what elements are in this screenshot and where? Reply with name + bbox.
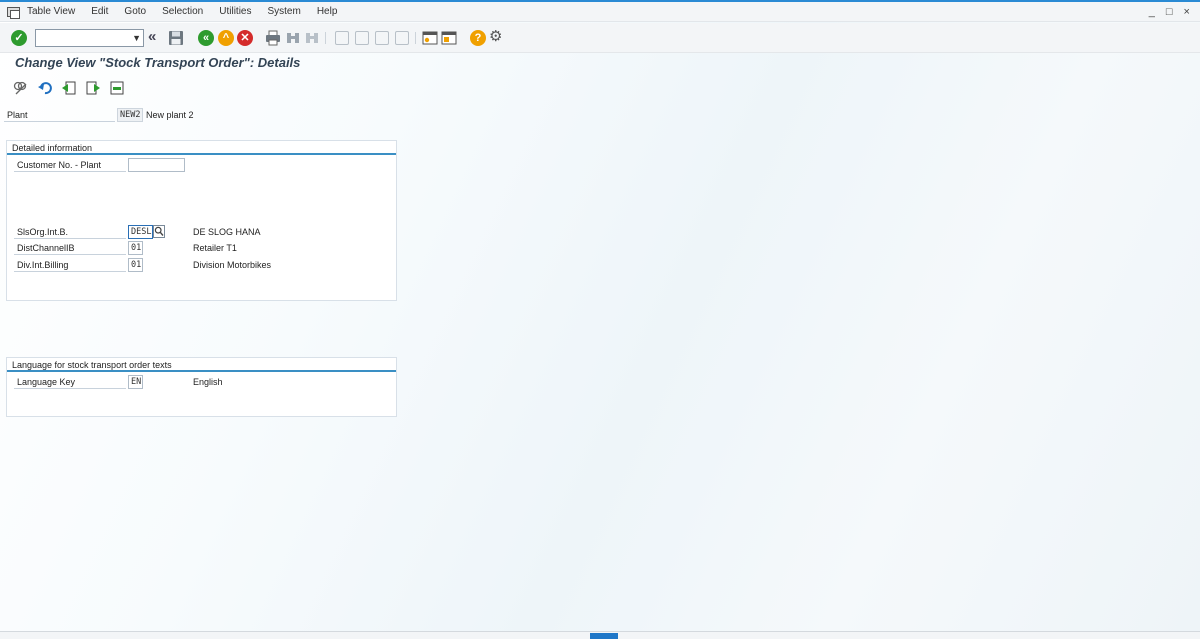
menu-selection[interactable]: Selection [162,6,203,17]
menu-edit[interactable]: Edit [91,6,108,17]
language-key-label: Language Key [14,375,126,389]
check-icon[interactable]: ✓ [11,30,27,46]
page-title: Change View "Stock Transport Order": Det… [15,55,301,70]
standard-toolbar: ✓ ▼ « « ^ ✕ ? ⚙ [0,23,1200,53]
display-change-icon[interactable] [13,81,27,95]
window-controls[interactable]: _ □ × [1149,6,1194,18]
customer-no-field[interactable] [128,158,185,172]
command-field[interactable]: ▼ [35,29,144,47]
window-menu-icon[interactable] [7,6,21,19]
shortcut-icon[interactable] [441,30,457,46]
division-label: Div.Int.Billing [14,258,126,272]
dist-channel-description: Retailer T1 [193,243,237,253]
sales-org-field[interactable]: DESL [128,225,153,239]
toolbar-separator [415,32,416,44]
customer-no-label: Customer No. - Plant [14,158,126,172]
find-next-icon[interactable] [304,30,320,46]
chevron-down-icon[interactable]: ▼ [132,33,141,43]
menu-system[interactable]: System [267,6,300,17]
division-field[interactable]: 01 [128,258,143,272]
print-icon[interactable] [265,30,281,46]
group-title-underline [7,370,396,372]
toolbar-separator [325,32,326,44]
next-page-icon[interactable] [375,31,389,45]
save-icon[interactable] [168,30,184,46]
last-page-icon[interactable] [395,31,409,45]
dist-channel-label: DistChannelIB [14,241,126,255]
plant-label: Plant [4,108,115,122]
menu-goto[interactable]: Goto [124,6,146,17]
back-icon[interactable]: « [198,30,214,46]
plant-field: NEW2 [117,108,143,122]
group-title: Language for stock transport order texts [12,360,172,370]
sap-logo [590,633,618,639]
undo-icon[interactable] [38,81,52,95]
dist-channel-field[interactable]: 01 [128,241,143,255]
group-title-underline [7,153,396,155]
previous-entry-icon[interactable] [62,81,76,95]
menu-help[interactable]: Help [317,6,338,17]
search-icon [154,226,164,236]
plant-description: New plant 2 [146,110,194,120]
gear-icon[interactable]: ⚙ [489,27,505,45]
exit-icon[interactable]: ^ [218,30,234,46]
menu-table-view[interactable]: Table View [27,6,75,17]
group-title: Detailed information [12,143,93,153]
value-help-button[interactable] [153,225,165,238]
language-description: English [193,377,223,387]
division-description: Division Motorbikes [193,260,272,270]
menu-bar: Table View Edit Goto Selection Utilities… [0,2,1200,22]
language-key-field[interactable]: EN [128,375,143,389]
previous-page-icon[interactable] [355,31,369,45]
collapse-icon[interactable]: « [148,28,164,45]
new-session-icon[interactable] [422,30,438,46]
sales-org-description: DE SLOG HANA [193,227,261,237]
application-toolbar [0,76,1200,100]
menu-utilities[interactable]: Utilities [219,6,251,17]
first-page-icon[interactable] [335,31,349,45]
sales-org-label: SlsOrg.Int.B. [14,225,126,239]
help-icon[interactable]: ? [470,30,486,46]
transport-icon[interactable] [110,81,124,95]
next-entry-icon[interactable] [86,81,100,95]
find-icon[interactable] [285,30,301,46]
cancel-icon[interactable]: ✕ [237,30,253,46]
